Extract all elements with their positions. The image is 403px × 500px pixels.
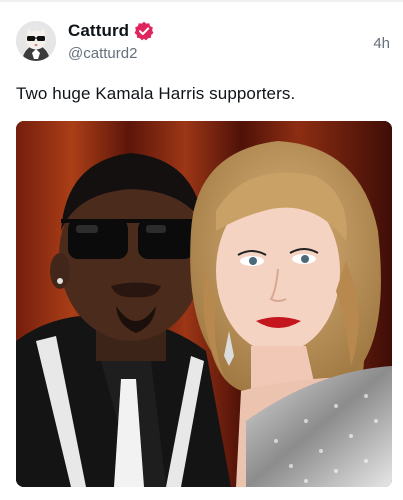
- divider: [0, 0, 403, 2]
- post-text: Two huge Kamala Harris supporters.: [16, 84, 296, 103]
- post-timestamp[interactable]: 4h: [373, 35, 390, 52]
- tweet-card: Catturd @catturd2 4h Two huge Kamala Har…: [0, 0, 403, 500]
- author-avatar[interactable]: [16, 21, 56, 61]
- author-display-name[interactable]: Catturd: [68, 21, 129, 41]
- post-photo[interactable]: [16, 121, 392, 487]
- photo-illustration: [16, 121, 392, 487]
- author-handle[interactable]: @catturd2: [68, 45, 137, 62]
- verified-badge-icon: [134, 21, 154, 41]
- author-name-row[interactable]: Catturd: [68, 20, 154, 42]
- cat-avatar-icon: [16, 21, 56, 61]
